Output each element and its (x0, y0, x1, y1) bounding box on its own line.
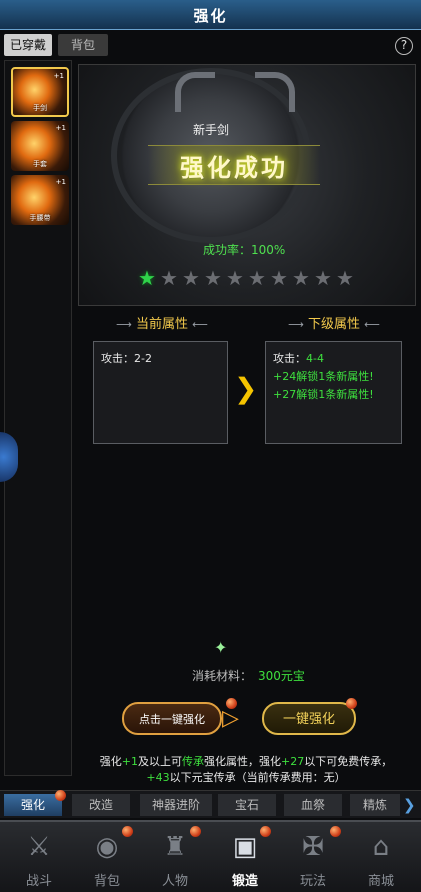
next-attack-line: 攻击：4-4 (273, 352, 324, 365)
star-empty-icon: ★ (226, 266, 244, 290)
gameplay-icon: ✠ (302, 832, 324, 862)
horn-right-decoration (255, 72, 295, 112)
notification-badge (346, 698, 357, 709)
chevron-right-icon: ❯ (234, 372, 258, 405)
subtab-modify[interactable]: 改造 (72, 794, 130, 816)
star-empty-icon: ★ (204, 266, 222, 290)
help-icon[interactable]: ? (395, 37, 413, 55)
subtab-artifact-advance[interactable]: 神器进阶 (140, 794, 212, 816)
star-empty-icon: ★ (314, 266, 332, 290)
bag-icon: ◉ (95, 832, 119, 862)
star-filled-icon: ★ (138, 266, 156, 290)
current-attack-line: 攻击：2-2 (101, 352, 152, 365)
star-empty-icon: ★ (160, 266, 178, 290)
star-empty-icon: ★ (270, 266, 288, 290)
equipment-slot-sword[interactable]: +1 手剑 (11, 67, 69, 117)
next-attr-header: ⟶ 下级属性 ⟵ (266, 315, 402, 335)
equipment-plus: +1 (55, 124, 66, 132)
equipment-plus: +1 (53, 72, 64, 80)
tab-bag[interactable]: 背包 (58, 34, 108, 56)
shop-icon: ⌂ (372, 832, 390, 862)
equipment-plus: +1 (55, 178, 66, 186)
notification-badge (330, 826, 341, 837)
equipment-label: 手套 (33, 160, 47, 168)
material-cost: 消耗材料： 300元宝 (192, 669, 305, 683)
notification-badge (190, 826, 201, 837)
equipment-label: 手腰带 (29, 214, 51, 222)
success-rate: 成功率：100% (203, 243, 286, 257)
next-attr-box: 攻击：4-4 +24解锁1条新属性! +27解锁1条新属性! (265, 341, 402, 444)
item-name: 新手剑 (192, 123, 229, 137)
result-text: 强化成功 (180, 153, 288, 182)
arrow-right-icon: ⟶ (288, 318, 304, 331)
star-empty-icon: ★ (248, 266, 266, 290)
notification-badge (260, 826, 271, 837)
character-icon: ♜ (163, 832, 187, 862)
current-attr-title: 当前属性 (135, 317, 188, 332)
current-attr-box: 攻击：2-2 (93, 341, 228, 444)
horn-left-decoration (175, 72, 215, 112)
next-attr-title: 下级属性 (307, 317, 360, 332)
arrow-right-icon: ⟶ (116, 318, 132, 331)
star-rating: ★ ★ ★ ★ ★ ★ ★ ★ ★ ★ (136, 266, 356, 290)
anvil-icon: ▣ (232, 832, 258, 862)
arrow-left-icon: ⟵ (192, 318, 208, 331)
equipment-slot-belt[interactable]: +1 手腰带 (11, 175, 69, 225)
star-empty-icon: ★ (182, 266, 200, 290)
sparkle-icon: ✦ (214, 638, 228, 657)
page-title: 强化 (193, 7, 228, 25)
crossed-swords-icon: ⚔ (27, 832, 51, 862)
equipment-list: +1 手剑 +1 手套 +1 手腰带 (4, 60, 72, 776)
subtab-blood-sacrifice[interactable]: 血祭 (284, 794, 342, 816)
unlock-line-24: +24解锁1条新属性! (273, 370, 374, 383)
nav-battle[interactable]: ⚔ 战斗 (6, 824, 72, 890)
equipment-label: 手剑 (33, 104, 47, 112)
subtab-refine[interactable]: 精炼 (350, 794, 400, 816)
unlock-line-27: +27解锁1条新属性! (273, 388, 374, 401)
arrow-left-icon: ⟵ (364, 318, 380, 331)
notification-badge (122, 826, 133, 837)
subtab-gem[interactable]: 宝石 (218, 794, 276, 816)
equipment-slot-gloves[interactable]: +1 手套 (11, 121, 69, 171)
star-empty-icon: ★ (336, 266, 354, 290)
one-key-enhance-button[interactable]: 一键强化 (262, 702, 356, 735)
inheritance-tips: 强化+1及以上可传承强化属性，强化+27以下可免费传承，+43以下元宝传承（当前… (99, 755, 393, 784)
star-empty-icon: ★ (292, 266, 310, 290)
nav-shop[interactable]: ⌂ 商城 (348, 824, 414, 890)
notification-badge (226, 698, 237, 709)
play-arrow-icon: ▷ (222, 706, 239, 731)
click-one-key-enhance-button[interactable]: 点击一键强化 (122, 702, 222, 735)
chevron-right-icon[interactable]: ❯ (403, 796, 416, 814)
tab-worn[interactable]: 已穿戴 (4, 34, 52, 56)
current-attr-header: ⟶ 当前属性 ⟵ (96, 315, 228, 335)
notification-badge (55, 790, 66, 801)
subtab-enhance[interactable]: 强化 (4, 794, 62, 816)
